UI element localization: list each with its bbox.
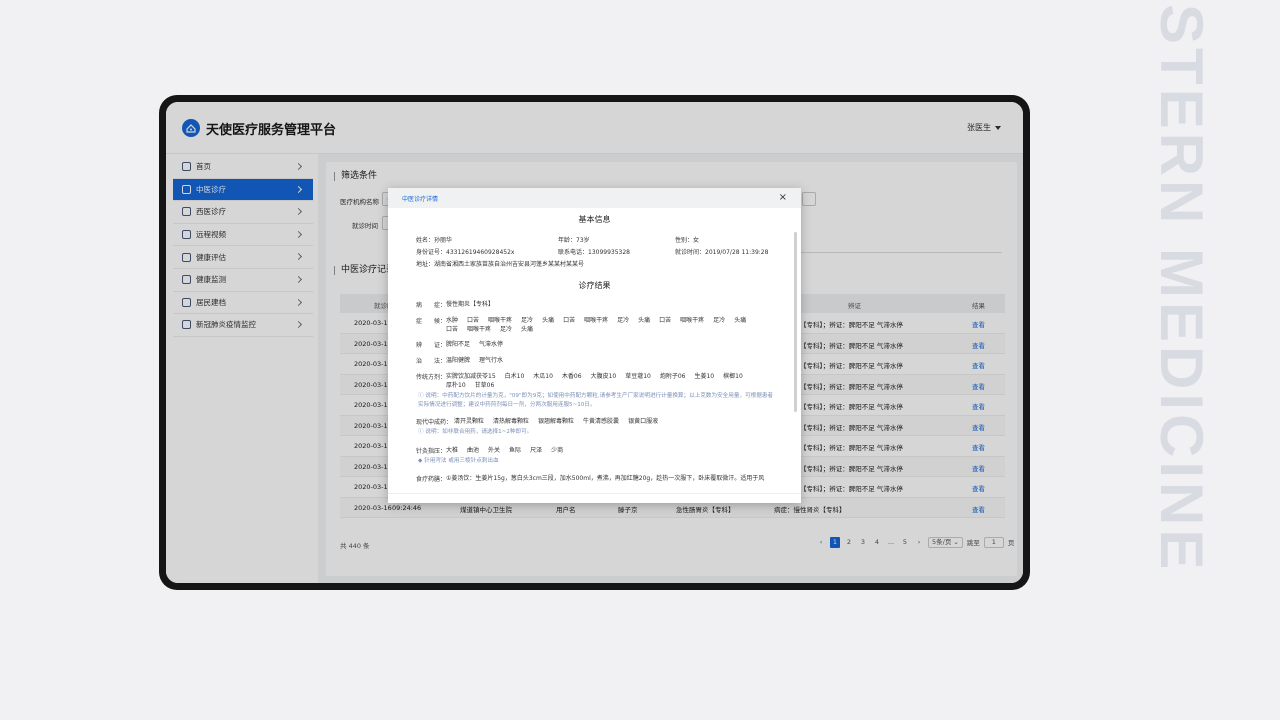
list-value: 草豆蔻10 [625,373,651,380]
treatment-values: 温阳健脾 理气行水 [446,356,776,365]
list-value: 理气行水 [479,357,504,364]
list-value: 头痛 [521,326,534,333]
list-value: 牛黄清感胶囊 [583,418,620,425]
modal-title: 中医诊疗详情 [402,196,439,203]
symptom-label: 症 候： [416,318,447,325]
list-value: 咽喉干疼 [680,317,705,324]
list-value: 足冷 [500,326,513,333]
list-value: 咽喉干疼 [488,317,513,324]
modal-scrollbar[interactable] [794,232,797,412]
list-value: 足冷 [713,317,726,324]
list-value: 尺泽 [530,447,543,454]
list-value: 头痛 [638,317,651,324]
rx-note: ⓘ 说明：中药配方饮片的计量为克，"09"即为9克；如使用中药配方颗粒,请参考生… [418,393,774,408]
list-value: 头痛 [542,317,555,324]
list-value: 实脾饮加减茯苓15 [446,373,496,380]
modern-label: 现代中成药： [416,419,453,426]
list-value: 清开灵颗粒 [454,418,485,425]
list-value: 银黄口服液 [628,418,659,425]
syndrome-values: 脾阳不足 气滞水停 [446,340,776,349]
list-value: 曲池 [467,447,480,454]
list-value: 咽喉干疼 [467,326,492,333]
modal-body: 基本信息 姓名：孙丽华 年龄：73岁 性别：女 身份证号：43312619460… [388,208,801,500]
list-value: 大腹皮10 [590,373,617,380]
list-value: 慢性期炎【专科】 [446,301,495,308]
list-value: 甘草06 [474,382,495,389]
list-value: 水肿 [446,317,459,324]
list-value: 足冷 [521,317,534,324]
list-value: 木香06 [561,373,582,380]
app-screen: 天使医疗服务管理平台 张医生 首页 中医诊疗 西医诊疗 远程视频 健康评估 健康… [166,102,1023,583]
list-value: 口苦 [659,317,672,324]
list-value: 口苦 [563,317,576,324]
diet-value: ①姜汤饮：生姜片15g，葱白头3cm三段，加水500ml，煮沸，再加红糖20g，… [446,475,765,482]
modal-header: 中医诊疗详情 × [388,188,801,208]
patient-address: 地址：湖南省湘西土家族苗族自治州吉安县河蓬乡某某村某某号 [416,261,585,268]
syndrome-label: 辨 证： [416,342,447,349]
device-frame: 天使医疗服务管理平台 张医生 首页 中医诊疗 西医诊疗 远程视频 健康评估 健康… [159,95,1030,590]
visit-time: 就诊时间：2019/07/28 11:39:28 [675,249,769,256]
list-value: 咽喉干疼 [584,317,609,324]
modal-footer [388,493,801,503]
patient-id: 身份证号：43312619460928452x [416,249,515,256]
modern-note: ⓘ 说明：如非联合用药，请选择1~2种即可。 [418,429,533,435]
close-icon[interactable]: × [779,193,787,203]
list-value: 鱼际 [509,447,522,454]
list-value: 气滞水停 [479,341,504,348]
list-value: 厚朴10 [446,382,466,389]
list-value: 炮附子06 [659,373,686,380]
patient-gender: 性别：女 [675,237,700,244]
basic-info-title: 基本信息 [578,215,611,224]
acupuncture-values: 大椎 曲池 外关 鱼际 尺泽 少商 [446,446,776,455]
list-value: 温阳健脾 [446,357,471,364]
modern-values: 清开灵颗粒 清热解毒颗粒 银翘解毒颗粒 牛黄清感胶囊 银黄口服液 [454,417,784,426]
list-value: 少商 [551,447,564,454]
acupuncture-note: ◆ 针用泻法 或用三棱针点刺出血 [418,458,499,464]
list-value: 银翘解毒颗粒 [538,418,575,425]
list-value: 槟榔10 [723,373,743,380]
list-value: 口苦 [467,317,480,324]
acupuncture-label: 针灸指压： [416,448,447,455]
disease-label: 病 症： [416,302,447,309]
patient-name: 姓名：孙丽华 [416,237,453,244]
list-value: 白术10 [504,373,525,380]
patient-age: 年龄：73岁 [558,237,590,244]
list-value: 生姜10 [694,373,715,380]
disease-values: 慢性期炎【专科】 [446,300,776,309]
list-value: 大椎 [446,447,459,454]
rx-values: 实脾饮加减茯苓15 白术10 木瓜10 木香06 大腹皮10 草豆蔻10 炮附子06 生姜10… [446,372,776,390]
list-value: 外关 [488,447,501,454]
symptom-values: 水肿 口苦 咽喉干疼 足冷 头痛 口苦 咽喉干疼 足冷 头痛 口苦 咽喉干疼 足冷 头痛口苦 咽喉干疼 足冷… [446,316,776,334]
list-value: 足冷 [617,317,630,324]
list-value: 口苦 [446,326,459,333]
treatment-label: 治 法： [416,358,447,365]
rx-label: 传统方剂： [416,374,447,381]
result-title: 诊疗结果 [578,281,611,290]
vertical-deco-text: ESTERN MEDICINE [1148,0,1215,574]
list-value: 脾阳不足 [446,341,471,348]
list-value: 清热解毒颗粒 [493,418,530,425]
diet-label: 食疗药膳： [416,476,447,483]
list-value: 头痛 [734,317,747,324]
list-value: 木瓜10 [533,373,553,380]
patient-phone: 联系电话：13099935328 [558,249,630,256]
tcm-detail-modal: 中医诊疗详情 × 基本信息 姓名：孙丽华 年龄：73岁 性别：女 身份证号：43… [388,188,801,503]
